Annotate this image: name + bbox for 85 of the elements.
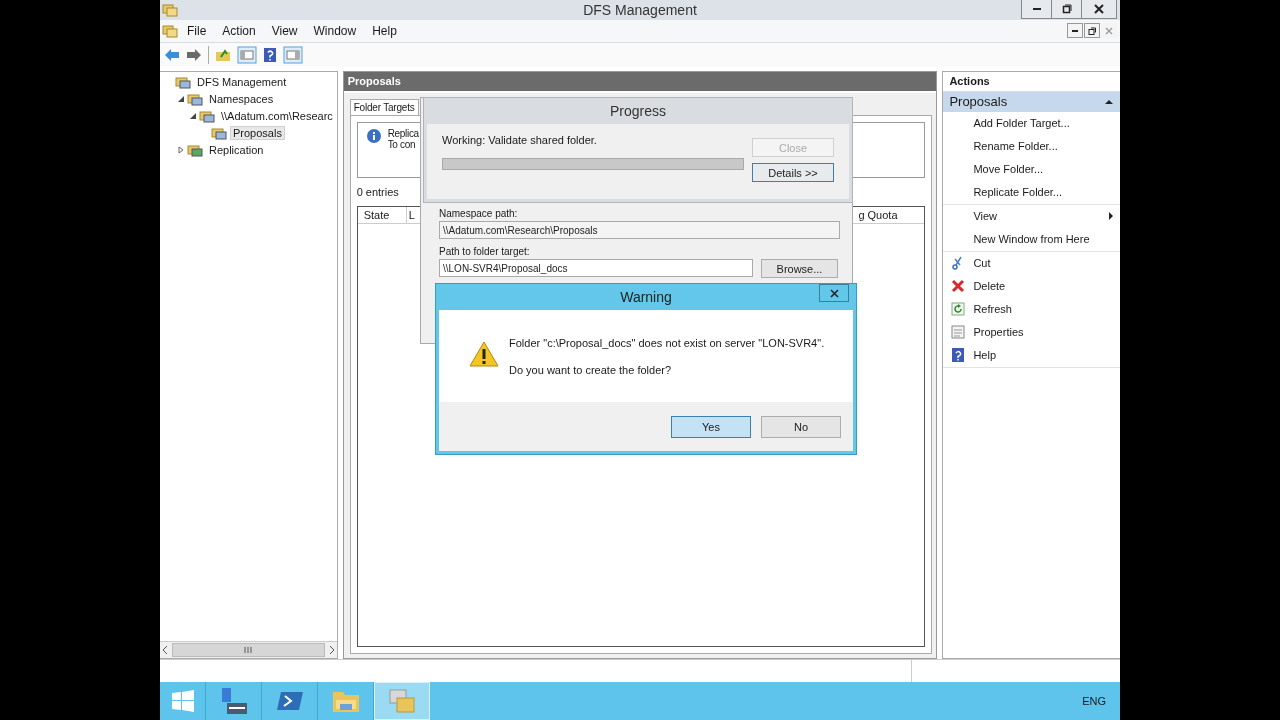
pane-command[interactable]: Cut <box>973 257 991 270</box>
minimize-icon <box>1072 29 1078 32</box>
tree-item[interactable]: Proposals <box>230 126 285 141</box>
grip-icon <box>244 647 253 654</box>
close-icon <box>1094 4 1104 14</box>
pane-command[interactable]: View <box>973 210 998 223</box>
close-icon <box>1105 26 1113 35</box>
field-label: Namespace path: <box>439 208 519 219</box>
pane-command[interactable]: New Window from Here <box>973 233 1090 246</box>
restore-icon <box>1061 4 1072 14</box>
entry-count: 0 entries <box>356 185 400 198</box>
minimize-button[interactable] <box>1067 23 1083 39</box>
restore-icon <box>1088 26 1096 35</box>
windows-logo-icon <box>170 689 195 714</box>
tree-item[interactable]: DFS Management <box>194 75 290 90</box>
browse-button[interactable]: Browse... <box>761 259 838 278</box>
folder-up-icon[interactable] <box>215 47 231 62</box>
forward-arrow-icon[interactable] <box>186 47 202 62</box>
restore-button[interactable] <box>1084 23 1100 39</box>
folder-tree-icon <box>199 109 215 124</box>
language-indicator[interactable]: ENG <box>1082 695 1106 708</box>
pane-header: Proposals <box>343 71 937 93</box>
section-header[interactable]: Proposals <box>943 91 1120 112</box>
warning-icon <box>469 341 499 367</box>
pane-command[interactable]: Properties <box>973 326 1024 339</box>
section-title: Proposals <box>949 94 1008 110</box>
delete-icon <box>951 279 966 294</box>
back-arrow-icon[interactable] <box>164 47 180 62</box>
dialog-button[interactable]: Yes <box>671 415 751 438</box>
help-icon <box>951 348 966 363</box>
collapse-arrow-icon[interactable] <box>189 112 197 121</box>
status-text: Working: Validate shared folder. <box>442 134 598 146</box>
refresh-icon <box>951 302 966 317</box>
menu-item[interactable]: File <box>180 23 214 38</box>
minimize-icon <box>1032 8 1041 10</box>
folder-tree-icon <box>175 75 191 90</box>
pane-command[interactable]: Delete <box>973 280 1006 293</box>
pane-command[interactable]: Help <box>973 349 996 362</box>
namespace-path-field[interactable]: \\Adatum.com\Research\Proposals <box>439 221 840 239</box>
close-button[interactable] <box>1082 0 1116 18</box>
expand-arrow-icon[interactable] <box>177 146 185 155</box>
field-label: Path to folder target: <box>439 246 531 257</box>
dialog-title: Warning <box>620 289 672 305</box>
dialog-title: Progress <box>609 102 667 121</box>
folder-tree-icon <box>187 143 203 158</box>
scroll-thumb[interactable] <box>172 643 325 658</box>
column-header[interactable]: g Quota <box>852 206 925 223</box>
warning-question: Do you want to create the folder? <box>509 363 673 376</box>
pane-command[interactable]: Rename Folder... <box>973 140 1058 153</box>
info-icon <box>365 127 382 144</box>
tab[interactable]: Folder Targets <box>349 98 419 115</box>
folder-target-field[interactable]: \\LON-SVR4\Proposal_docs <box>439 259 753 277</box>
menu-item[interactable]: Help <box>365 23 404 38</box>
column-header[interactable]: State <box>357 206 407 223</box>
menu-item[interactable]: View <box>264 23 305 38</box>
tree-item[interactable]: \\Adatum.com\Researc <box>218 109 336 124</box>
folders-icon <box>162 2 178 17</box>
tree-item[interactable]: Replication <box>206 143 267 158</box>
submenu-arrow-icon <box>1108 212 1114 221</box>
dialog-button[interactable]: Details >> <box>752 163 834 182</box>
horizontal-scrollbar[interactable] <box>160 641 337 659</box>
pane-command[interactable]: Add Folder Target... <box>973 117 1070 130</box>
restore-button[interactable] <box>1052 0 1082 18</box>
menu-item[interactable]: Window <box>306 23 364 38</box>
collapse-arrow-icon[interactable] <box>177 95 185 104</box>
pane-command[interactable]: Replicate Folder... <box>973 186 1063 199</box>
info-text: To con <box>387 138 416 150</box>
properties-icon <box>951 325 966 340</box>
folders-icon <box>162 23 178 38</box>
minimize-button[interactable] <box>1022 0 1052 18</box>
window-title: DFS Management <box>583 1 697 18</box>
tree-item[interactable]: Namespaces <box>206 92 277 107</box>
close-icon <box>829 288 839 298</box>
menu-item[interactable]: Action <box>215 23 263 38</box>
dialog-button[interactable]: No <box>761 415 841 438</box>
pane-command[interactable]: Move Folder... <box>973 163 1044 176</box>
folder-tree-icon <box>187 92 203 107</box>
pane-command[interactable]: Refresh <box>973 303 1012 316</box>
warning-message: Folder "c:\Proposal_docs" does not exist on server "LON-SVR4". <box>509 336 825 349</box>
collapse-arrow-icon[interactable] <box>1104 97 1114 106</box>
info-text: Replica <box>387 127 419 139</box>
close-button[interactable] <box>819 284 849 302</box>
help-icon[interactable] <box>263 46 277 63</box>
folder-tree-icon <box>211 126 227 141</box>
pane-header: Actions <box>943 71 1120 92</box>
